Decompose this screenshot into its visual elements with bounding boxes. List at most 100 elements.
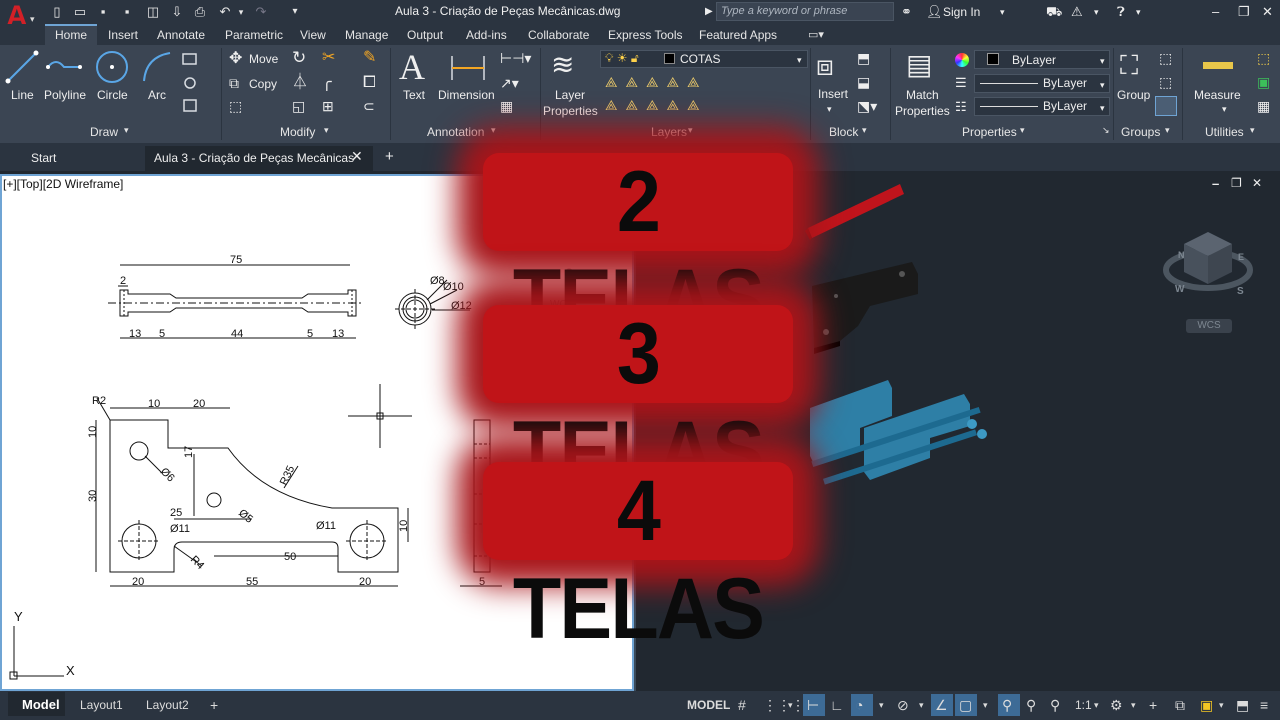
minimize-icon[interactable]: – <box>1212 3 1219 21</box>
draw-panel-title[interactable]: Draw <box>90 125 118 139</box>
chevron-down-icon[interactable]: ▾ <box>688 125 693 136</box>
hardware-acceleration-icon[interactable]: ▣ <box>1200 696 1213 714</box>
annotation-scale-value[interactable]: 1:1 <box>1075 696 1092 714</box>
expand-search-icon[interactable]: ▶ <box>705 3 713 21</box>
grid-icon[interactable]: # <box>738 696 746 714</box>
snap-icon[interactable]: ⋮⋮⋮ <box>763 696 805 714</box>
layer-tools-row2-icons[interactable]: ⟁⟁⟁⟁⟁ <box>605 98 707 113</box>
ortho-icon[interactable]: ∟ <box>830 696 844 714</box>
chevron-down-icon[interactable]: ▾ <box>797 53 802 68</box>
group-selection-toggle[interactable] <box>1155 96 1177 116</box>
erase-icon[interactable]: ✎ <box>363 50 376 66</box>
chevron-down-icon[interactable]: ▾ <box>1219 696 1224 714</box>
layout-tab-model[interactable]: Model <box>22 696 60 714</box>
chevron-down-icon[interactable]: ▾ <box>1136 3 1141 21</box>
layout-tab-layout2[interactable]: Layout2 <box>146 696 189 714</box>
layers-panel-title[interactable]: Layers <box>651 125 687 139</box>
quick-select-icon[interactable]: ⬚ <box>1257 51 1270 66</box>
cart-icon[interactable]: ⛟ <box>1046 3 1062 21</box>
block-panel-title[interactable]: Block <box>829 125 858 139</box>
panel-launcher-icon[interactable]: ↘ <box>1102 125 1110 136</box>
text-button[interactable]: Text <box>403 88 425 103</box>
user-icon[interactable]: 👤︎ <box>926 3 943 21</box>
viewport-restore-icon[interactable]: ❐ <box>1231 176 1242 191</box>
fillet-icon[interactable]: ╭ <box>322 75 332 91</box>
edit-block-icon[interactable]: ⬓ <box>857 75 870 90</box>
chevron-down-icon[interactable]: ▾ <box>788 696 793 714</box>
modify-panel-title[interactable]: Modify <box>280 125 315 139</box>
tab-parametric[interactable]: Parametric <box>225 27 283 43</box>
wcs-menu[interactable]: WCS <box>1186 319 1232 333</box>
scale-icon[interactable]: ◱ <box>292 99 305 114</box>
search-input[interactable]: Type a keyword or phrase <box>716 2 894 21</box>
layer-properties-label-2[interactable]: Properties <box>543 104 598 119</box>
dynamic-input-icon[interactable]: ⊢ <box>807 696 819 714</box>
binoculars-icon[interactable]: ⚭ <box>901 3 912 21</box>
edit-attributes-icon[interactable]: ⬔▾ <box>857 99 877 114</box>
create-block-icon[interactable]: ⬒ <box>857 51 870 66</box>
groups-panel-title[interactable]: Groups <box>1121 125 1160 139</box>
move-button[interactable]: Move <box>249 52 278 67</box>
viewport-minimize-icon[interactable]: – <box>1212 176 1219 191</box>
copy-button[interactable]: Copy <box>249 77 277 92</box>
close-tab-icon[interactable]: ✕ <box>351 149 363 164</box>
clean-screen-icon[interactable]: ⬒ <box>1236 696 1249 714</box>
add-icon[interactable]: + <box>1149 696 1157 714</box>
open-folder-icon[interactable]: ▭ <box>71 3 89 21</box>
chevron-down-icon[interactable]: ▾ <box>919 696 924 714</box>
annotation-scale-icon[interactable]: ⚲ <box>1050 696 1060 714</box>
annotation-panel-title[interactable]: Annotation <box>427 125 484 139</box>
chevron-down-icon[interactable]: ▾ <box>1020 125 1025 136</box>
workspace-gear-icon[interactable]: ⚙ <box>1110 696 1123 714</box>
help-icon[interactable]: ❓︎ <box>1117 3 1125 21</box>
insert-button[interactable]: Insert <box>818 87 848 102</box>
paste-icon[interactable]: ▣ <box>1257 75 1270 90</box>
print-icon[interactable]: ⎙ <box>191 3 209 21</box>
object-snap-icon[interactable]: ▢ <box>959 696 972 714</box>
chevron-down-icon[interactable]: ▾ <box>1131 696 1136 714</box>
restore-icon[interactable]: ❐ <box>1238 3 1250 21</box>
line-button[interactable]: Line <box>11 88 34 103</box>
dimension-button[interactable]: Dimension <box>438 88 495 103</box>
ribbon-toggle-icon[interactable]: ▭▾ <box>808 27 824 43</box>
tab-featured-apps[interactable]: Featured Apps <box>699 27 777 43</box>
rotate-icon[interactable]: ↻ <box>292 49 306 66</box>
tab-manage[interactable]: Manage <box>345 27 388 43</box>
group-edit-icon[interactable]: ⬚ <box>1159 75 1172 90</box>
ungroup-icon[interactable]: ⬚ <box>1159 51 1172 66</box>
offset-icon[interactable]: ⊂ <box>363 99 375 114</box>
chevron-down-icon[interactable]: ▾ <box>1222 102 1227 117</box>
tab-view[interactable]: View <box>300 27 326 43</box>
close-icon[interactable]: ✕ <box>1262 3 1273 21</box>
chevron-down-icon[interactable]: ▾ <box>1094 696 1099 714</box>
chevron-down-icon[interactable]: ▾ <box>491 125 496 136</box>
viewport-close-icon[interactable]: ✕ <box>1252 176 1262 191</box>
arc-button[interactable]: Arc <box>148 88 166 103</box>
sign-in-link[interactable]: Sign In <box>943 3 980 21</box>
chevron-down-icon[interactable]: ▾ <box>1000 3 1005 21</box>
chevron-down-icon[interactable]: ▾ <box>1100 101 1105 116</box>
tab-start[interactable]: Start <box>31 151 56 166</box>
match-properties-label-1[interactable]: Match <box>906 88 939 103</box>
mirror-icon[interactable]: ⏃ <box>292 75 308 91</box>
polar-tracking-icon[interactable]: ◔ <box>855 696 863 714</box>
chevron-down-icon[interactable]: ▾ <box>983 696 988 714</box>
calculator-icon[interactable]: ▦ <box>1257 99 1270 114</box>
chevron-down-icon[interactable]: ▾ <box>324 125 329 136</box>
tab-insert[interactable]: Insert <box>108 27 138 43</box>
object-snap-tracking-icon[interactable]: ∠ <box>935 696 948 714</box>
leader-icon[interactable]: ↗▾ <box>500 76 519 91</box>
connect-icon[interactable]: ⚠︎ <box>1071 3 1083 21</box>
properties-panel-title[interactable]: Properties <box>962 125 1017 139</box>
isodraft-icon[interactable]: ⊘ <box>897 696 909 714</box>
chevron-down-icon[interactable]: ▾ <box>827 102 832 117</box>
save-icon[interactable]: ▪ <box>94 3 112 21</box>
tab-collaborate[interactable]: Collaborate <box>528 27 589 43</box>
save-as-icon[interactable]: ▪ <box>118 3 136 21</box>
tab-home[interactable]: Home <box>55 27 87 43</box>
model-space-button[interactable]: MODEL <box>687 696 730 714</box>
measure-button[interactable]: Measure <box>1194 88 1241 103</box>
stretch-icon[interactable]: ⬚ <box>229 99 242 114</box>
layer-properties-label-1[interactable]: Layer <box>555 88 585 103</box>
customize-icon[interactable]: ≡ <box>1260 696 1268 714</box>
